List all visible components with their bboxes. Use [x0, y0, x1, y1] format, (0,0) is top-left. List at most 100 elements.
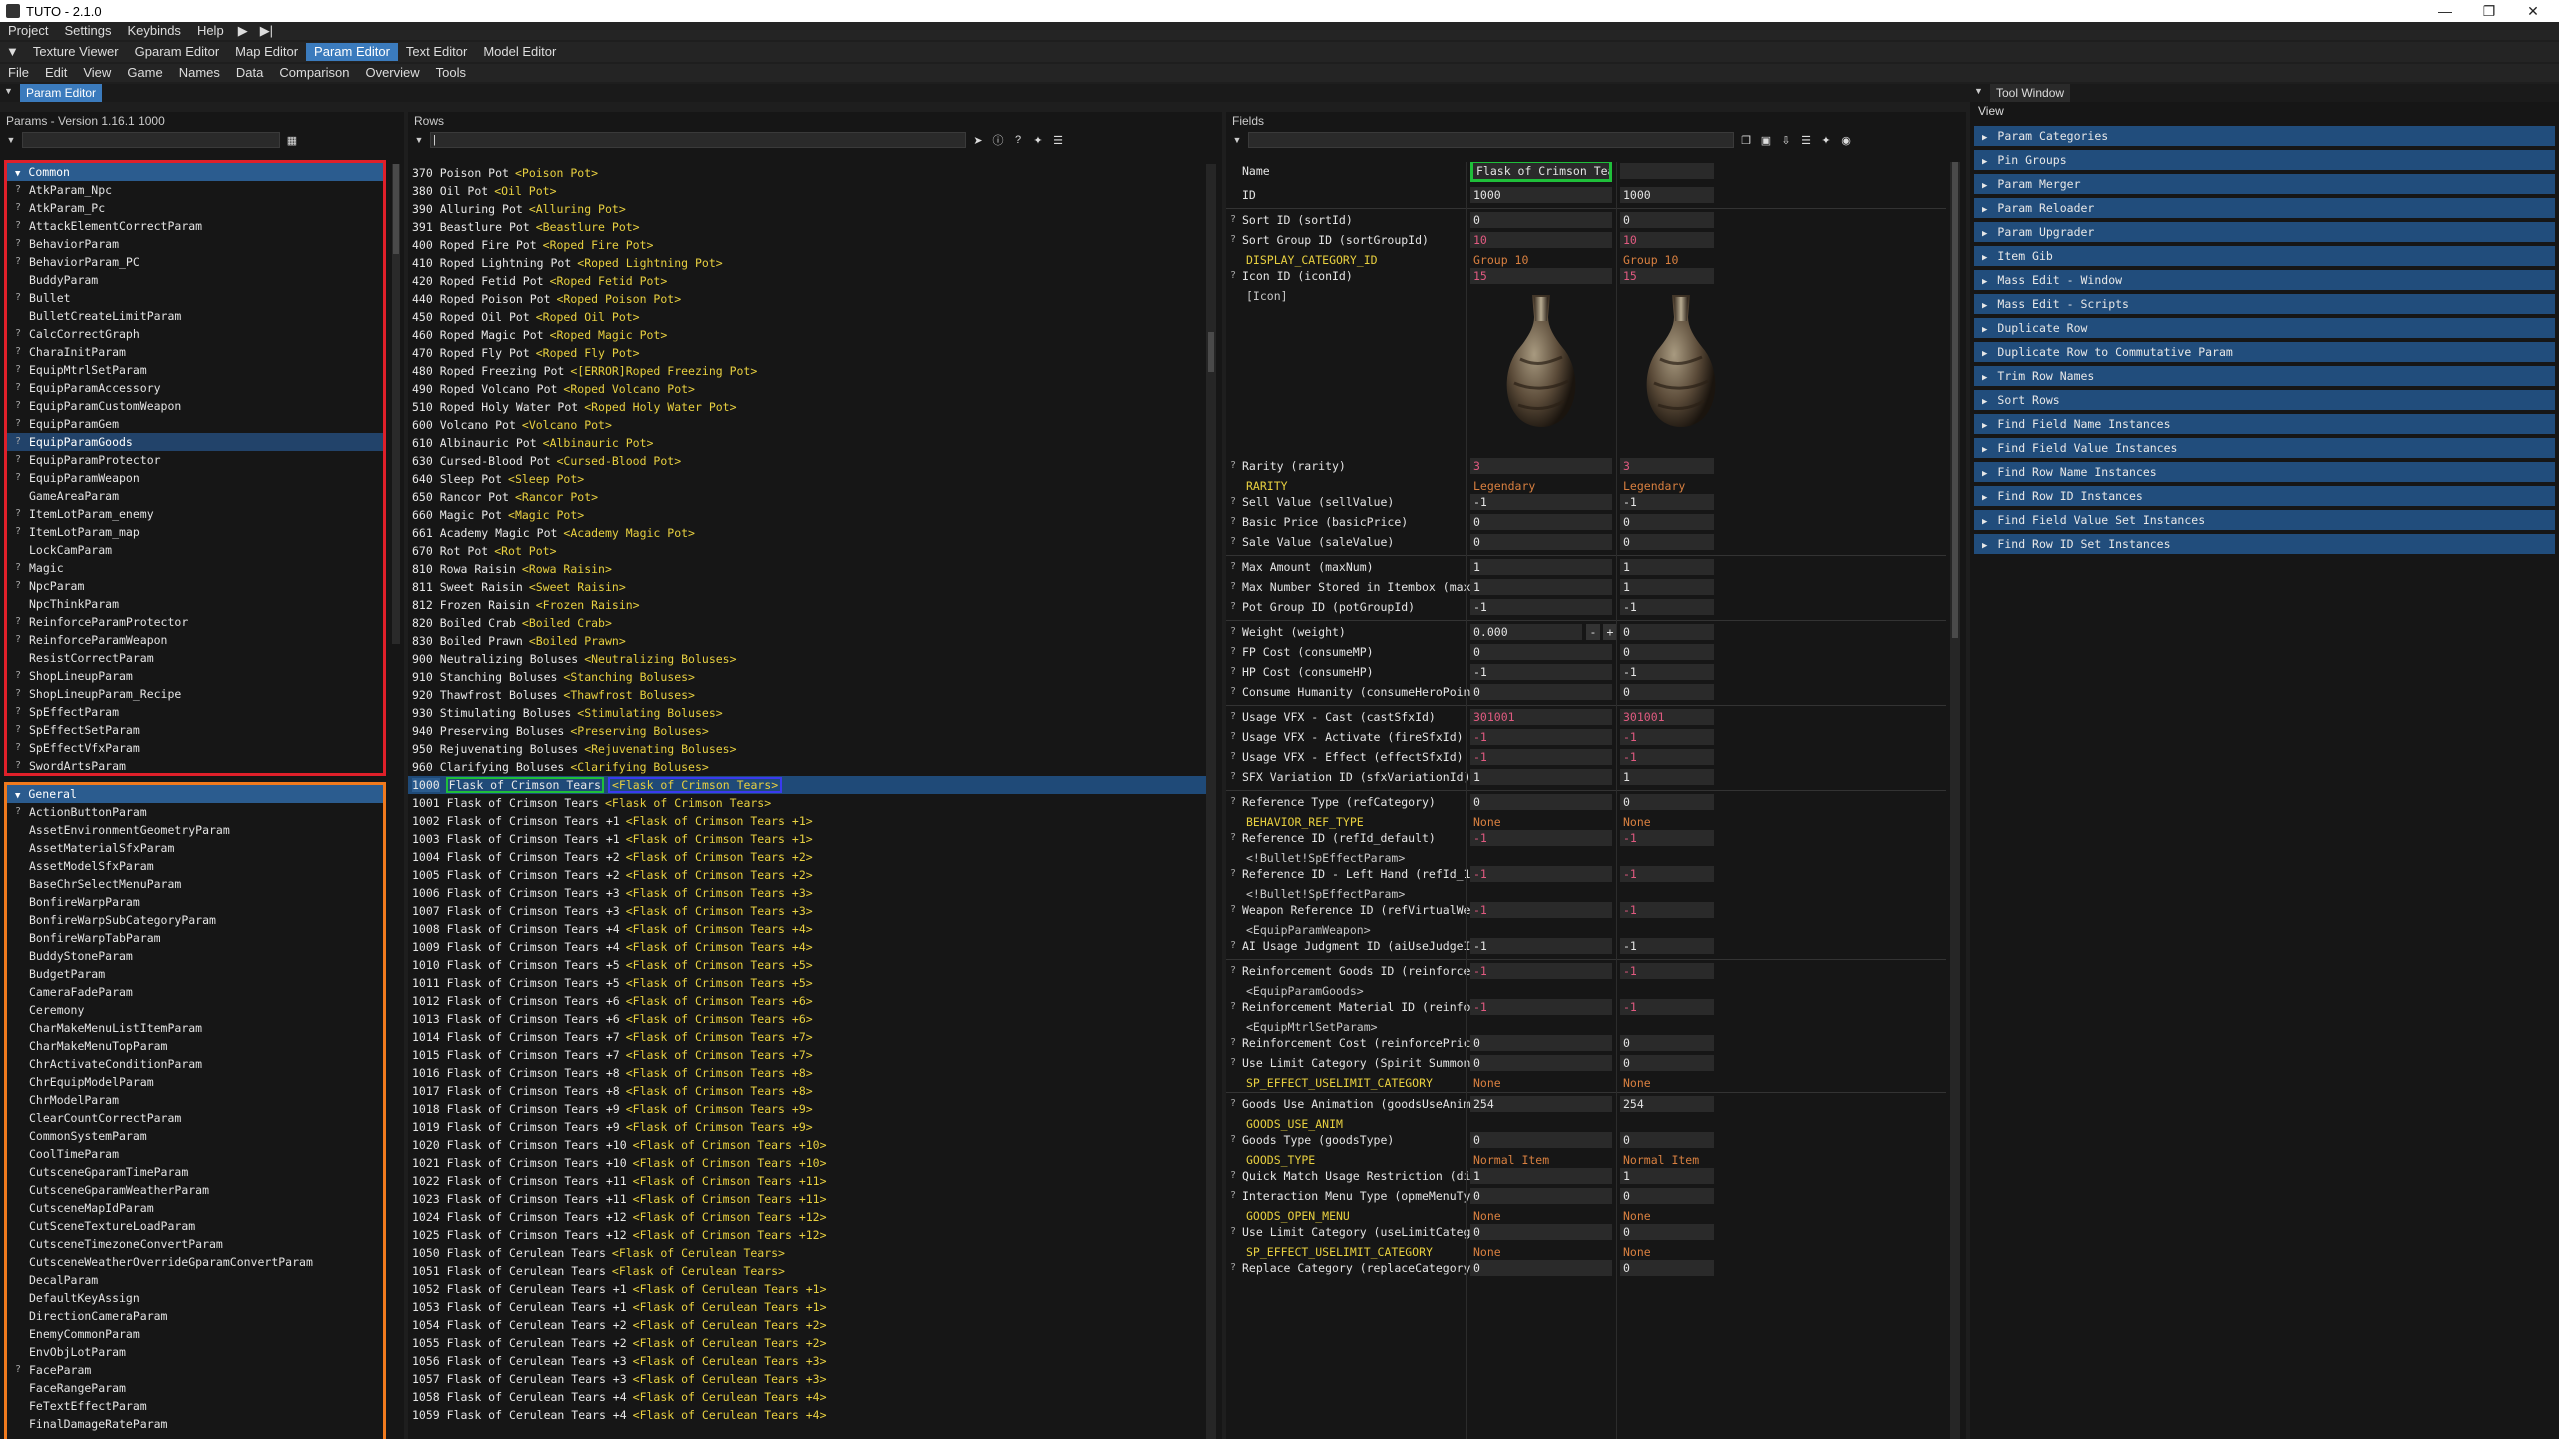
- tool-param-reloader[interactable]: ▶ Param Reloader: [1974, 198, 2555, 218]
- list-item[interactable]: ? AtkParam_Npc: [7, 181, 383, 199]
- menu-item-help[interactable]: Help: [189, 22, 232, 40]
- list-item[interactable]: NpcThinkParam: [7, 595, 383, 613]
- table-row[interactable]: 610 Albinauric Pot <Albinauric Pot>: [408, 434, 1208, 452]
- field-value-input[interactable]: -1: [1470, 494, 1612, 510]
- tool-duplicate-row[interactable]: ▶ Duplicate Row: [1974, 318, 2555, 338]
- table-row[interactable]: 1024 Flask of Crimson Tears +12 <Flask of…: [408, 1208, 1208, 1226]
- list-item[interactable]: ? NpcParam: [7, 577, 383, 595]
- menu-item-names[interactable]: Names: [171, 64, 228, 82]
- list-item[interactable]: ? CalcCorrectGraph: [7, 325, 383, 343]
- params-scrollbar-thumb[interactable]: [393, 164, 399, 254]
- table-row[interactable]: 1005 Flask of Crimson Tears +2 <Flask of …: [408, 866, 1208, 884]
- export-icon[interactable]: ⇩: [1778, 132, 1794, 148]
- list-item[interactable]: ? ReinforceParamWeapon: [7, 631, 383, 649]
- field-value-compare[interactable]: 0: [1620, 1035, 1714, 1051]
- list-item[interactable]: BonfireWarpParam: [7, 893, 383, 911]
- list-item[interactable]: ResistCorrectParam: [7, 649, 383, 667]
- list-item[interactable]: CommonSystemParam: [7, 1127, 383, 1145]
- field-value-compare[interactable]: 1000: [1620, 187, 1714, 203]
- tab-model-editor[interactable]: Model Editor: [475, 43, 564, 61]
- table-row[interactable]: 1025 Flask of Crimson Tears +12 <Flask of…: [408, 1226, 1208, 1244]
- list-item[interactable]: ? BehaviorParam_PC: [7, 253, 383, 271]
- field-value-compare[interactable]: 1: [1620, 769, 1714, 785]
- params-search-input[interactable]: [22, 132, 280, 148]
- list-item[interactable]: BuddyParam: [7, 271, 383, 289]
- list-item[interactable]: ? EquipMtrlSetParam: [7, 361, 383, 379]
- table-row[interactable]: 450 Roped Oil Pot <Roped Oil Pot>: [408, 308, 1208, 326]
- table-row[interactable]: 661 Academy Magic Pot <Academy Magic Pot>: [408, 524, 1208, 542]
- table-row[interactable]: 820 Boiled Crab <Boiled Crab>: [408, 614, 1208, 632]
- tool-param-categories[interactable]: ▶ Param Categories: [1974, 126, 2555, 146]
- tab-gparam-editor[interactable]: Gparam Editor: [127, 43, 228, 61]
- list-item[interactable]: LockCamParam: [7, 541, 383, 559]
- table-row[interactable]: 1001 Flask of Crimson Tears <Flask of Cri…: [408, 794, 1208, 812]
- table-row[interactable]: 1015 Flask of Crimson Tears +7 <Flask of …: [408, 1046, 1208, 1064]
- table-row[interactable]: 1002 Flask of Crimson Tears +1 <Flask of …: [408, 812, 1208, 830]
- list-item[interactable]: ? EquipParamAccessory: [7, 379, 383, 397]
- table-row[interactable]: 1058 Flask of Cerulean Tears +4 <Flask of…: [408, 1388, 1208, 1406]
- menu-item-game[interactable]: Game: [119, 64, 170, 82]
- list-item[interactable]: CutsceneGparamWeatherParam: [7, 1181, 383, 1199]
- list-item[interactable]: EnemyCommonParam: [7, 1325, 383, 1343]
- table-row[interactable]: 1012 Flask of Crimson Tears +6 <Flask of …: [408, 992, 1208, 1010]
- chevron-down-icon[interactable]: ▼: [1230, 135, 1244, 145]
- list-item[interactable]: ChrModelParam: [7, 1091, 383, 1109]
- tab-menu-icon[interactable]: ▼: [1974, 86, 1983, 96]
- list-item[interactable]: CutsceneGparamTimeParam: [7, 1163, 383, 1181]
- field-value-input[interactable]: 1: [1470, 1168, 1612, 1184]
- field-value-compare[interactable]: 0: [1620, 534, 1714, 550]
- table-row[interactable]: 812 Frozen Raisin <Frozen Raisin>: [408, 596, 1208, 614]
- table-row[interactable]: 1010 Flask of Crimson Tears +5 <Flask of …: [408, 956, 1208, 974]
- chevron-down-icon[interactable]: ▼: [412, 135, 426, 145]
- field-value-input[interactable]: -1: [1470, 938, 1612, 954]
- table-row[interactable]: 1054 Flask of Cerulean Tears +2 <Flask of…: [408, 1316, 1208, 1334]
- list-item[interactable]: DefaultKeyAssign: [7, 1289, 383, 1307]
- list-item[interactable]: CoolTimeParam: [7, 1145, 383, 1163]
- fields-scrollbar[interactable]: [1950, 162, 1960, 1439]
- table-row[interactable]: 391 Beastlure Pot <Beastlure Pot>: [408, 218, 1208, 236]
- field-value-input[interactable]: 0: [1470, 1035, 1612, 1051]
- menu-item-edit[interactable]: Edit: [37, 64, 75, 82]
- field-value-compare[interactable]: 3: [1620, 458, 1714, 474]
- list-item[interactable]: ? EquipParamProtector: [7, 451, 383, 469]
- list-item[interactable]: ? CharaInitParam: [7, 343, 383, 361]
- field-value-compare[interactable]: -1: [1620, 494, 1714, 510]
- tool-param-merger[interactable]: ▶ Param Merger: [1974, 174, 2555, 194]
- tool-duplicate-row-to-commutative-param[interactable]: ▶ Duplicate Row to Commutative Param: [1974, 342, 2555, 362]
- copy-icon[interactable]: ❐: [1738, 132, 1754, 148]
- general-header[interactable]: ▼ General: [7, 785, 383, 803]
- field-value-compare[interactable]: 0: [1620, 1224, 1714, 1240]
- list-item[interactable]: CutSceneTextureLoadParam: [7, 1217, 383, 1235]
- play-step-icon[interactable]: ▶|: [254, 22, 279, 40]
- tab-texture-viewer[interactable]: Texture Viewer: [25, 43, 127, 61]
- field-value-input[interactable]: -1: [1470, 729, 1612, 745]
- tab-menu-icon[interactable]: ▼: [4, 86, 13, 96]
- field-value-input[interactable]: -1: [1470, 664, 1612, 680]
- field-value-input[interactable]: 0: [1470, 534, 1612, 550]
- field-value-input[interactable]: 254: [1470, 1096, 1612, 1112]
- tool-sort-rows[interactable]: ▶ Sort Rows: [1974, 390, 2555, 410]
- tool-find-row-name-instances[interactable]: ▶ Find Row Name Instances: [1974, 462, 2555, 482]
- menu-item-keybinds[interactable]: Keybinds: [119, 22, 188, 40]
- menu-item-data[interactable]: Data: [228, 64, 271, 82]
- table-row[interactable]: 910 Stanching Boluses <Stanching Boluses>: [408, 668, 1208, 686]
- save-icon[interactable]: ▣: [1758, 132, 1774, 148]
- field-value-input[interactable]: 0: [1470, 1188, 1612, 1204]
- field-value-compare[interactable]: -1: [1620, 664, 1714, 680]
- list-item[interactable]: BulletCreateLimitParam: [7, 307, 383, 325]
- rows-scrollbar[interactable]: [1206, 164, 1216, 1439]
- tab-param-editor[interactable]: Param Editor: [20, 84, 103, 102]
- grid-icon[interactable]: ▦: [284, 132, 300, 148]
- menu-item-tools[interactable]: Tools: [428, 64, 474, 82]
- field-value-input[interactable]: 1: [1470, 579, 1612, 595]
- table-row[interactable]: 440 Roped Poison Pot <Roped Poison Pot>: [408, 290, 1208, 308]
- tab-tool-window[interactable]: Tool Window: [1990, 84, 2071, 102]
- list-item[interactable]: AssetMaterialSfxParam: [7, 839, 383, 857]
- table-row[interactable]: 370 Poison Pot <Poison Pot>: [408, 164, 1208, 182]
- table-row[interactable]: 1007 Flask of Crimson Tears +3 <Flask of …: [408, 902, 1208, 920]
- list-item[interactable]: CutsceneWeatherOverrideGparamConvertPara…: [7, 1253, 383, 1271]
- field-value-compare[interactable]: -1: [1620, 599, 1714, 615]
- list-item[interactable]: ChrEquipModelParam: [7, 1073, 383, 1091]
- field-value-input[interactable]: 0.000: [1470, 624, 1582, 640]
- table-row[interactable]: 810 Rowa Raisin <Rowa Raisin>: [408, 560, 1208, 578]
